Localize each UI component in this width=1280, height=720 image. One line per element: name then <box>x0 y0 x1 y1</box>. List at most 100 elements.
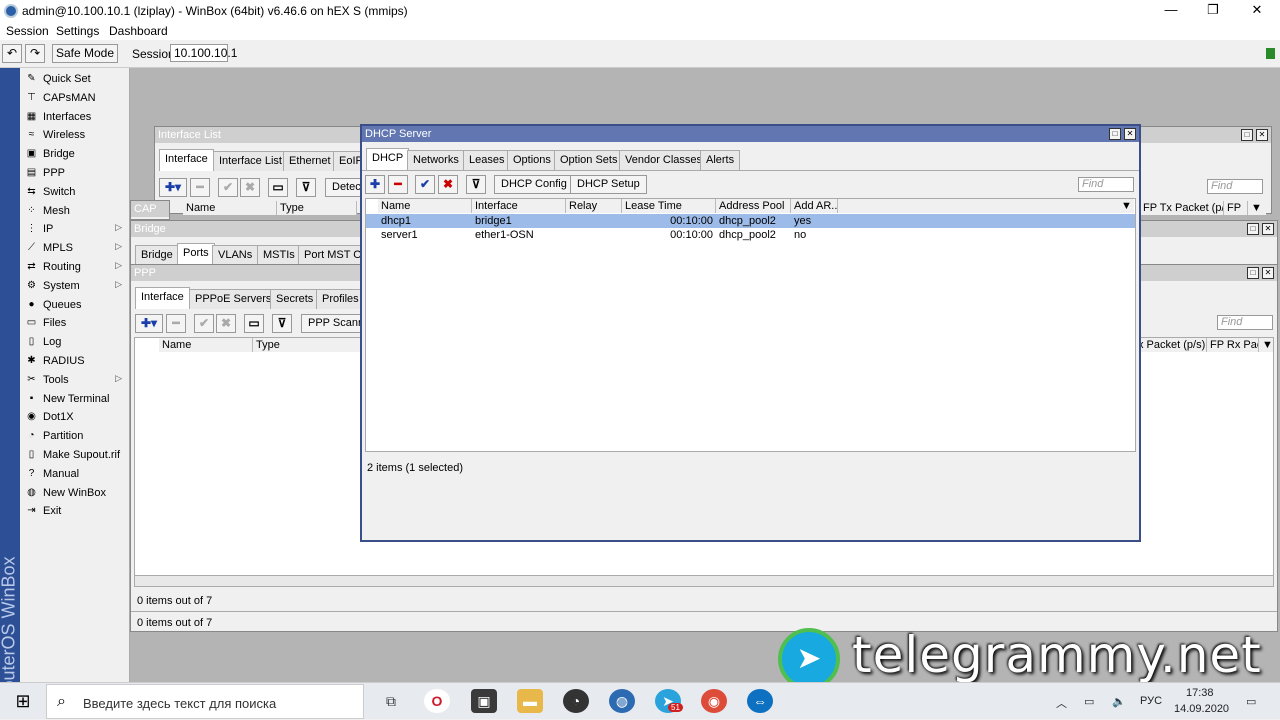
chrome-icon[interactable]: ◉ <box>701 689 727 713</box>
table-cell-arp[interactable]: no <box>791 228 838 242</box>
add-icon[interactable]: ✚ <box>365 175 385 194</box>
sidebar-item-tools[interactable]: ✂ Tools ▷ <box>20 371 128 389</box>
sidebar-item-manual[interactable]: ? Manual <box>20 465 128 483</box>
col-type[interactable]: Type <box>253 338 363 352</box>
maximize-icon[interactable]: □ <box>1247 267 1259 279</box>
table-cell-name[interactable]: dhcp1 <box>378 214 472 228</box>
table-cell-interface[interactable]: ether1-OSN <box>472 228 566 242</box>
sidebar-item-capsman[interactable]: ⊤ CAPsMAN <box>20 89 128 107</box>
tab-ppp-interface[interactable]: Interface <box>135 287 190 309</box>
table-cell-pool[interactable]: dhcp_pool2 <box>716 214 791 228</box>
maximize-button[interactable]: ❐ <box>1190 2 1236 20</box>
sidebar-item-bridge[interactable]: ▣ Bridge <box>20 145 128 163</box>
col-interface[interactable]: Interface <box>472 199 566 213</box>
windows-start-icon[interactable]: ⊞ <box>0 683 46 720</box>
table-cell-interface[interactable]: bridge1 <box>472 214 566 228</box>
sidebar-item-interfaces[interactable]: ▦ Interfaces <box>20 108 128 126</box>
sidebar-item-dot1x[interactable]: ◉ Dot1X <box>20 408 128 426</box>
table-cell-lease[interactable]: 00:10:00 <box>622 228 716 242</box>
sidebar-item-system[interactable]: ⚙ System ▷ <box>20 277 128 295</box>
sidebar-item-ip[interactable]: ⋮ IP ▷ <box>20 220 128 238</box>
tab-alerts[interactable]: Alerts <box>700 150 741 170</box>
tab-vendor-classes[interactable]: Vendor Classes <box>619 150 709 170</box>
tray-chevron-icon[interactable]: ︿ <box>1056 695 1067 711</box>
close-button[interactable]: ✕ <box>1234 2 1280 20</box>
volume-icon[interactable]: 🔈 <box>1112 695 1126 708</box>
dhcp-server-window[interactable]: DHCP Server □ ✕ DHCP Networks Leases Opt… <box>360 124 1141 542</box>
clock-time[interactable]: 17:38 <box>1186 687 1214 699</box>
cap-window[interactable]: CAP <box>130 200 170 220</box>
col-add-arp[interactable]: Add AR... <box>791 199 838 213</box>
undo-icon[interactable]: ↶ <box>2 44 22 63</box>
comment-icon[interactable]: ▭ <box>268 178 288 197</box>
tab-bridge[interactable]: Bridge <box>135 245 179 265</box>
tab-pppoe-servers[interactable]: PPPoE Servers <box>189 289 278 309</box>
tab-options[interactable]: Options <box>507 150 557 170</box>
store-icon[interactable]: ▣ <box>471 689 497 713</box>
remove-icon[interactable]: ━ <box>166 314 186 333</box>
table-cell-pool[interactable]: dhcp_pool2 <box>716 228 791 242</box>
tab-ethernet[interactable]: Ethernet <box>283 151 337 171</box>
menu-dashboard[interactable]: Dashboard <box>109 24 168 38</box>
filter-icon[interactable]: ⊽ <box>296 178 316 197</box>
close-icon[interactable]: ✕ <box>1256 129 1268 141</box>
notification-icon[interactable]: ▭ <box>1246 695 1256 708</box>
sidebar-item-switch[interactable]: ⇆ Switch <box>20 183 128 201</box>
enable-icon[interactable]: ✔ <box>218 178 238 197</box>
col-name[interactable]: Name <box>183 201 277 215</box>
col-name[interactable]: Name <box>159 338 253 352</box>
col-relay[interactable]: Relay <box>566 199 622 213</box>
remove-icon[interactable]: ━ <box>388 175 408 194</box>
winbox-icon[interactable]: ◍ <box>609 689 635 713</box>
col-type[interactable]: Type <box>277 201 357 215</box>
col-name[interactable]: Name <box>378 199 472 213</box>
sidebar-item-mpls[interactable]: ⟋ MPLS ▷ <box>20 239 128 257</box>
table-cell-name[interactable]: server1 <box>378 228 472 242</box>
disable-icon[interactable]: ✖ <box>216 314 236 333</box>
explorer-icon[interactable]: ▬ <box>517 689 543 713</box>
redo-icon[interactable]: ↷ <box>25 44 45 63</box>
teamviewer-icon[interactable]: ⇔ <box>747 689 773 713</box>
table-cell-relay[interactable] <box>566 214 622 228</box>
network-icon[interactable]: ▭ <box>1084 695 1094 708</box>
enable-icon[interactable]: ✔ <box>415 175 435 194</box>
task-view-icon[interactable]: ⧉ <box>378 689 404 713</box>
col-fp-rx-packet[interactable]: FP Rx Pac <box>1207 338 1259 352</box>
col-lease-time[interactable]: Lease Time <box>622 199 716 213</box>
tab-secrets[interactable]: Secrets <box>270 289 320 309</box>
language-indicator[interactable]: РУС <box>1140 695 1162 707</box>
menu-settings[interactable]: Settings <box>56 24 99 38</box>
sidebar-item-files[interactable]: ▭ Files <box>20 314 128 332</box>
tab-networks[interactable]: Networks <box>407 150 465 170</box>
remove-icon[interactable]: ━ <box>190 178 210 197</box>
tab-interface[interactable]: Interface <box>159 149 214 171</box>
session-field[interactable]: 10.100.10.1 <box>170 44 237 62</box>
close-icon[interactable]: ✕ <box>1262 223 1274 235</box>
dhcp-setup-button[interactable]: DHCP Setup <box>570 175 647 194</box>
sidebar-item-wireless[interactable]: ≈ Wireless <box>20 126 128 144</box>
taskbar-search-box[interactable]: ⌕ Введите здесь текст для поиска <box>46 684 364 719</box>
maximize-icon[interactable]: □ <box>1241 129 1253 141</box>
col-address-pool[interactable]: Address Pool <box>716 199 791 213</box>
add-icon[interactable]: ✚▾ <box>159 178 187 197</box>
sidebar-item-exit[interactable]: ⇥ Exit <box>20 502 128 520</box>
column-menu-icon[interactable]: ▼ <box>1259 338 1273 352</box>
find-input[interactable]: Find <box>1217 315 1273 330</box>
sidebar-item-routing[interactable]: ⇄ Routing ▷ <box>20 258 128 276</box>
col-fp-tx-packet[interactable]: FP Tx Packet (p/s) <box>1140 201 1224 215</box>
horizontal-scrollbar[interactable] <box>134 575 1274 587</box>
tab-vlans[interactable]: VLANs <box>212 245 259 265</box>
sidebar-item-queues[interactable]: ● Queues <box>20 296 128 314</box>
tab-interface-list[interactable]: Interface List <box>213 151 288 171</box>
tab-dhcp[interactable]: DHCP <box>366 148 410 170</box>
disable-icon[interactable]: ✖ <box>240 178 260 197</box>
sidebar-item-make-supout-rif[interactable]: ▯ Make Supout.rif <box>20 446 128 464</box>
close-icon[interactable]: ✕ <box>1124 128 1136 140</box>
close-icon[interactable]: ✕ <box>1262 267 1274 279</box>
sidebar-item-mesh[interactable]: ⁘ Mesh <box>20 202 128 220</box>
find-input[interactable]: Find <box>1207 179 1263 194</box>
sidebar-item-quick-set[interactable]: ✎ Quick Set <box>20 70 128 88</box>
menu-session[interactable]: Session <box>6 24 49 38</box>
speedtest-icon[interactable]: ◔ <box>563 689 589 713</box>
tab-profiles[interactable]: Profiles <box>316 289 365 309</box>
